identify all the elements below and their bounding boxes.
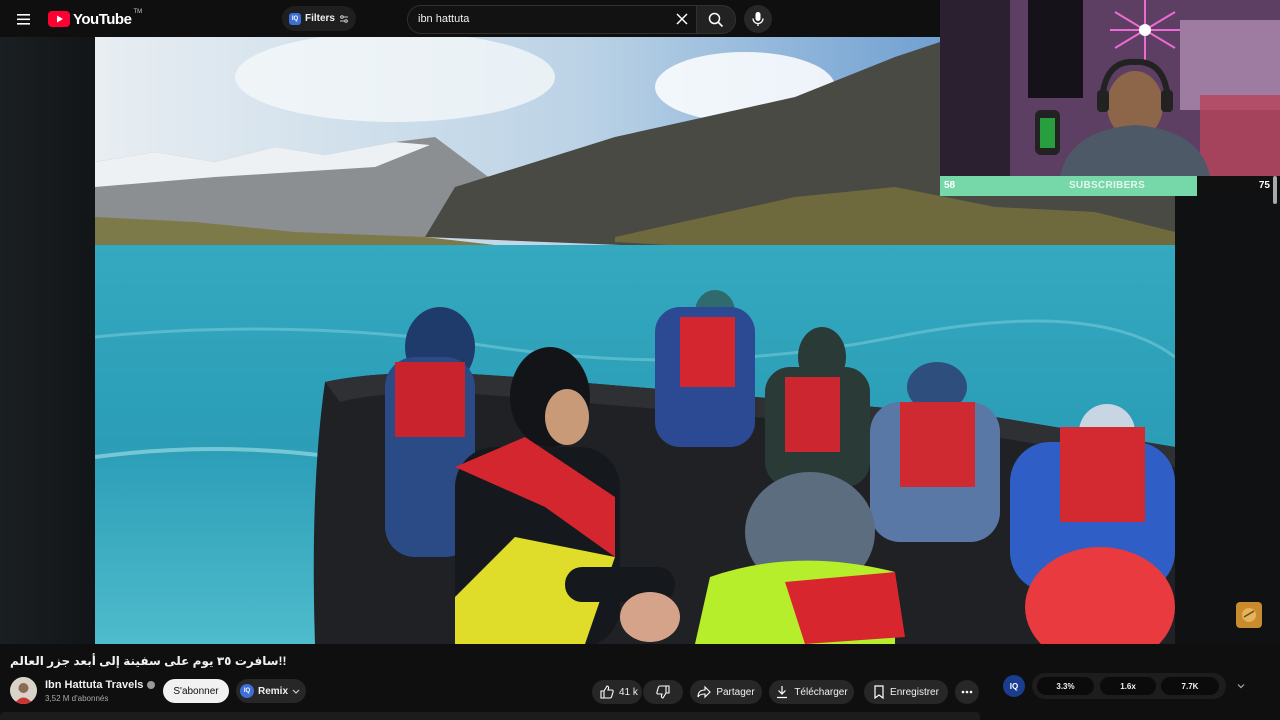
channel-avatar[interactable] — [10, 677, 37, 704]
globe-traveler-icon — [1242, 608, 1256, 622]
stats-panel: 3.3% 1.6x 7.7K — [1032, 673, 1226, 699]
chevron-down-icon[interactable] — [1236, 681, 1246, 691]
stat-views: 7.7K — [1161, 677, 1219, 695]
filters-label: Filters — [304, 13, 335, 24]
iq-badge: IQ — [288, 12, 301, 25]
channel-name-text: Ibn Hattuta Travels — [45, 679, 144, 691]
video-left-margin — [0, 37, 95, 644]
save-label: Enregistrer — [890, 686, 939, 698]
description-box-edge — [0, 712, 980, 720]
subscriber-count: 3,52 M d'abonnés — [45, 694, 109, 703]
verified-icon — [147, 681, 156, 690]
avatar-image — [10, 677, 37, 704]
webcam-image — [940, 0, 1280, 176]
video-right-margin — [1175, 196, 1280, 644]
thumbs-down-icon — [656, 685, 670, 699]
channel-watermark-icon[interactable] — [1236, 602, 1262, 628]
video-title: !!سافرت ٣٥ يوم على سفينة إلى أبعد جزر ال… — [10, 654, 287, 668]
subscriber-goal-label: SUBSCRIBERS — [1068, 180, 1146, 191]
close-icon[interactable] — [675, 12, 689, 26]
share-icon — [697, 685, 712, 699]
search-box[interactable]: ibn hattuta — [407, 5, 697, 34]
download-button[interactable]: Télécharger — [769, 680, 854, 704]
menu-icon[interactable] — [12, 7, 36, 31]
subscriber-goal-current: 58 — [944, 180, 956, 191]
stat-multiplier: 1.6x — [1100, 677, 1156, 695]
save-button[interactable]: Enregistrer — [864, 680, 948, 704]
stat-engagement: 3.3% — [1037, 677, 1094, 695]
iq-badge: IQ — [240, 684, 254, 698]
sliders-icon — [340, 14, 348, 23]
more-actions-button[interactable] — [955, 680, 979, 704]
microphone-icon — [752, 12, 764, 26]
like-count: 41 k — [619, 686, 638, 698]
share-label: Partager — [716, 686, 755, 698]
bookmark-icon — [874, 685, 884, 699]
chevron-down-icon — [292, 689, 300, 694]
more-horizontal-icon — [961, 690, 973, 694]
scrollbar-thumb[interactable] — [1273, 176, 1277, 204]
download-icon — [777, 686, 788, 699]
subscriber-goal-target: 75 — [1258, 180, 1270, 191]
youtube-play-icon — [48, 11, 70, 27]
top-bar: YouTube TM IQ Filters ibn hattuta — [0, 0, 940, 37]
dislike-button[interactable] — [643, 680, 683, 704]
voice-search-button[interactable] — [744, 5, 772, 33]
like-button[interactable]: 41 k — [592, 680, 642, 704]
thumbs-up-icon — [600, 685, 614, 699]
share-button[interactable]: Partager — [690, 680, 762, 704]
streamer-webcam — [940, 0, 1280, 176]
search-button[interactable] — [696, 5, 736, 34]
subscribe-button[interactable]: S'abonner — [163, 679, 229, 703]
youtube-logo[interactable]: YouTube TM — [48, 9, 142, 29]
filters-button[interactable]: IQ Filters — [282, 6, 356, 31]
logo-trademark: TM — [133, 9, 143, 15]
channel-name[interactable]: Ibn Hattuta Travels — [45, 679, 156, 691]
search-icon — [708, 12, 724, 27]
download-label: Télécharger — [794, 686, 848, 698]
remix-label: Remix — [258, 685, 289, 697]
iq-extension-button[interactable]: IQ — [1003, 675, 1025, 697]
subscriber-goal-bar: SUBSCRIBERS 58 75 — [940, 176, 1274, 196]
remix-button[interactable]: IQ Remix — [236, 679, 306, 703]
logo-text: YouTube — [73, 10, 132, 28]
search-input[interactable]: ibn hattuta — [418, 6, 658, 33]
